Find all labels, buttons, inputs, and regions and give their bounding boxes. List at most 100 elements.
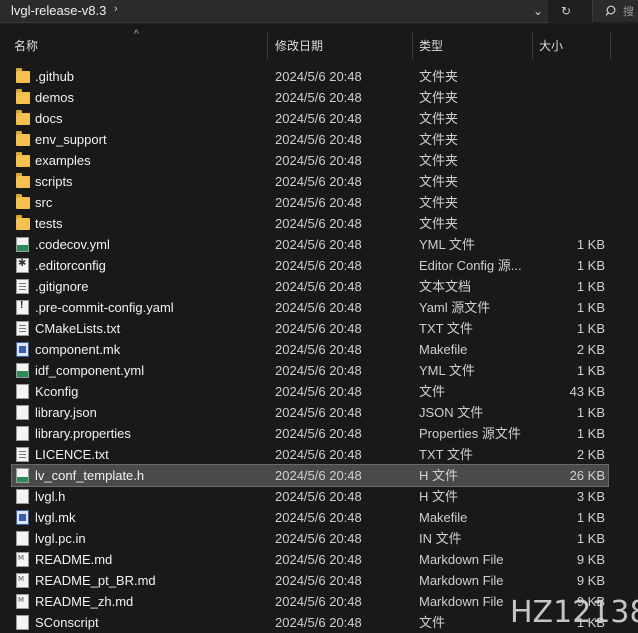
generic-file-icon bbox=[16, 531, 29, 546]
column-divider[interactable] bbox=[532, 33, 533, 59]
file-modified-date: 2024/5/6 20:48 bbox=[275, 279, 362, 294]
file-name: lvgl.mk bbox=[35, 510, 76, 525]
file-modified-date: 2024/5/6 20:48 bbox=[275, 594, 362, 609]
column-date[interactable]: 修改日期 bbox=[275, 33, 323, 59]
file-row[interactable]: library.json 2024/5/6 20:48 JSON 文件 1 KB bbox=[12, 402, 608, 423]
file-row[interactable]: idf_component.yml 2024/5/6 20:48 YML 文件 1 K… bbox=[12, 360, 608, 381]
file-row[interactable]: .pre-commit-config.yaml 2024/5/6 20:48 Yam… bbox=[12, 297, 608, 318]
file-type: Markdown File bbox=[419, 573, 504, 588]
file-type: TXT 文件 bbox=[419, 447, 473, 462]
file-row[interactable]: src 2024/5/6 20:48 文件夹 bbox=[12, 192, 608, 213]
file-row[interactable]: lvgl.mk 2024/5/6 20:48 Makefile 1 KB bbox=[12, 507, 608, 528]
file-row[interactable]: component.mk 2024/5/6 20:48 Makefile 2 KB bbox=[12, 339, 608, 360]
refresh-icon[interactable]: ↻ bbox=[554, 0, 578, 22]
file-modified-date: 2024/5/6 20:48 bbox=[275, 531, 362, 546]
file-type: H 文件 bbox=[419, 468, 459, 483]
file-modified-date: 2024/5/6 20:48 bbox=[275, 69, 362, 84]
file-row[interactable]: .github 2024/5/6 20:48 文件夹 bbox=[12, 66, 608, 87]
file-type: 文件夹 bbox=[419, 153, 459, 168]
file-row[interactable]: env_support 2024/5/6 20:48 文件夹 bbox=[12, 129, 608, 150]
text-file-icon bbox=[16, 279, 29, 294]
file-row[interactable]: lv_conf_template.h 2024/5/6 20:48 H 文件 26 K… bbox=[11, 464, 609, 487]
file-modified-date: 2024/5/6 20:48 bbox=[275, 216, 362, 231]
file-row[interactable]: lvgl.pc.in 2024/5/6 20:48 IN 文件 1 KB bbox=[12, 528, 608, 549]
file-modified-date: 2024/5/6 20:48 bbox=[275, 237, 362, 252]
file-type: 文件夹 bbox=[419, 132, 459, 147]
file-name: SConscript bbox=[35, 615, 99, 630]
makefile-icon bbox=[16, 510, 29, 525]
file-row[interactable]: .codecov.yml 2024/5/6 20:48 YML 文件 1 KB bbox=[12, 234, 608, 255]
file-name: library.properties bbox=[35, 426, 131, 441]
column-header: ^ 名称 修改日期 类型 大小 bbox=[0, 29, 638, 59]
file-type: 文件 bbox=[419, 384, 446, 399]
file-size: 1 KB bbox=[576, 237, 605, 252]
file-row[interactable]: README.md 2024/5/6 20:48 Markdown File 9 KB bbox=[12, 549, 608, 570]
file-name: scripts bbox=[35, 174, 73, 189]
file-size: 1 KB bbox=[576, 258, 605, 273]
folder-icon bbox=[16, 131, 30, 146]
file-row[interactable]: tests 2024/5/6 20:48 文件夹 bbox=[12, 213, 608, 234]
file-row[interactable]: CMakeLists.txt 2024/5/6 20:48 TXT 文件 1 KB bbox=[12, 318, 608, 339]
column-size[interactable]: 大小 bbox=[539, 33, 563, 59]
yml-file-icon bbox=[16, 363, 29, 378]
file-type: Yaml 源文件 bbox=[419, 300, 491, 315]
file-row[interactable]: .editorconfig 2024/5/6 20:48 Editor Config… bbox=[12, 255, 608, 276]
file-row[interactable]: library.properties 2024/5/6 20:48 Properti… bbox=[12, 423, 608, 444]
file-name: src bbox=[35, 195, 53, 210]
file-row[interactable]: .gitignore 2024/5/6 20:48 文本文档 1 KB bbox=[12, 276, 608, 297]
file-modified-date: 2024/5/6 20:48 bbox=[275, 342, 362, 357]
file-size: 9 KB bbox=[576, 552, 605, 567]
folder-icon bbox=[16, 215, 30, 230]
file-row[interactable]: lvgl.h 2024/5/6 20:48 H 文件 3 KB bbox=[12, 486, 608, 507]
search-input[interactable]: 搜 bbox=[592, 0, 638, 22]
file-row[interactable]: demos 2024/5/6 20:48 文件夹 bbox=[12, 87, 608, 108]
file-name: lvgl.pc.in bbox=[35, 531, 86, 546]
file-row[interactable]: examples 2024/5/6 20:48 文件夹 bbox=[12, 150, 608, 171]
column-name[interactable]: 名称 bbox=[14, 33, 38, 59]
column-divider[interactable] bbox=[610, 33, 611, 59]
file-type: Makefile bbox=[419, 342, 468, 357]
generic-file-icon bbox=[16, 384, 29, 399]
file-row[interactable]: README_pt_BR.md 2024/5/6 20:48 Markdown Fi… bbox=[12, 570, 608, 591]
column-divider[interactable] bbox=[267, 33, 268, 59]
file-name: README_zh.md bbox=[35, 594, 134, 609]
file-type: YML 文件 bbox=[419, 363, 475, 378]
file-type: Makefile bbox=[419, 510, 468, 525]
file-row[interactable]: scripts 2024/5/6 20:48 文件夹 bbox=[12, 171, 608, 192]
file-type: 文件夹 bbox=[419, 111, 459, 126]
breadcrumb-folder[interactable]: lvgl-release-v8.3 bbox=[11, 3, 106, 18]
column-type[interactable]: 类型 bbox=[419, 33, 443, 59]
file-row[interactable]: Kconfig 2024/5/6 20:48 文件 43 KB bbox=[12, 381, 608, 402]
markdown-file-icon bbox=[16, 552, 29, 567]
file-type: H 文件 bbox=[419, 489, 459, 504]
file-modified-date: 2024/5/6 20:48 bbox=[275, 615, 362, 630]
file-modified-date: 2024/5/6 20:48 bbox=[275, 321, 362, 336]
file-modified-date: 2024/5/6 20:48 bbox=[275, 510, 362, 525]
file-row[interactable]: LICENCE.txt 2024/5/6 20:48 TXT 文件 2 KB bbox=[12, 444, 608, 465]
chevron-right-icon[interactable]: › bbox=[114, 3, 118, 15]
file-size bbox=[532, 150, 605, 171]
file-size bbox=[532, 213, 605, 234]
file-type: Markdown File bbox=[419, 552, 504, 567]
file-type: TXT 文件 bbox=[419, 321, 473, 336]
column-divider[interactable] bbox=[412, 33, 413, 59]
file-type: 文件夹 bbox=[419, 195, 459, 210]
file-modified-date: 2024/5/6 20:48 bbox=[275, 174, 362, 189]
folder-icon bbox=[16, 89, 30, 104]
history-dropdown-icon[interactable]: ⌄ bbox=[526, 0, 550, 22]
file-size: 1 KB bbox=[576, 300, 605, 315]
address-bar[interactable]: lvgl-release-v8.3 › bbox=[0, 0, 548, 23]
file-modified-date: 2024/5/6 20:48 bbox=[275, 426, 362, 441]
file-size: 1 KB bbox=[576, 531, 605, 546]
file-name: env_support bbox=[35, 132, 107, 147]
file-row[interactable]: docs 2024/5/6 20:48 文件夹 bbox=[12, 108, 608, 129]
file-type: 文件夹 bbox=[419, 90, 459, 105]
file-size: 2 KB bbox=[576, 342, 605, 357]
config-file-icon bbox=[16, 258, 29, 273]
file-size: 1 KB bbox=[576, 510, 605, 525]
sort-ascending-icon: ^ bbox=[134, 29, 139, 40]
makefile-icon bbox=[16, 342, 29, 357]
file-modified-date: 2024/5/6 20:48 bbox=[275, 132, 362, 147]
file-size bbox=[532, 87, 605, 108]
file-type: IN 文件 bbox=[419, 531, 462, 546]
